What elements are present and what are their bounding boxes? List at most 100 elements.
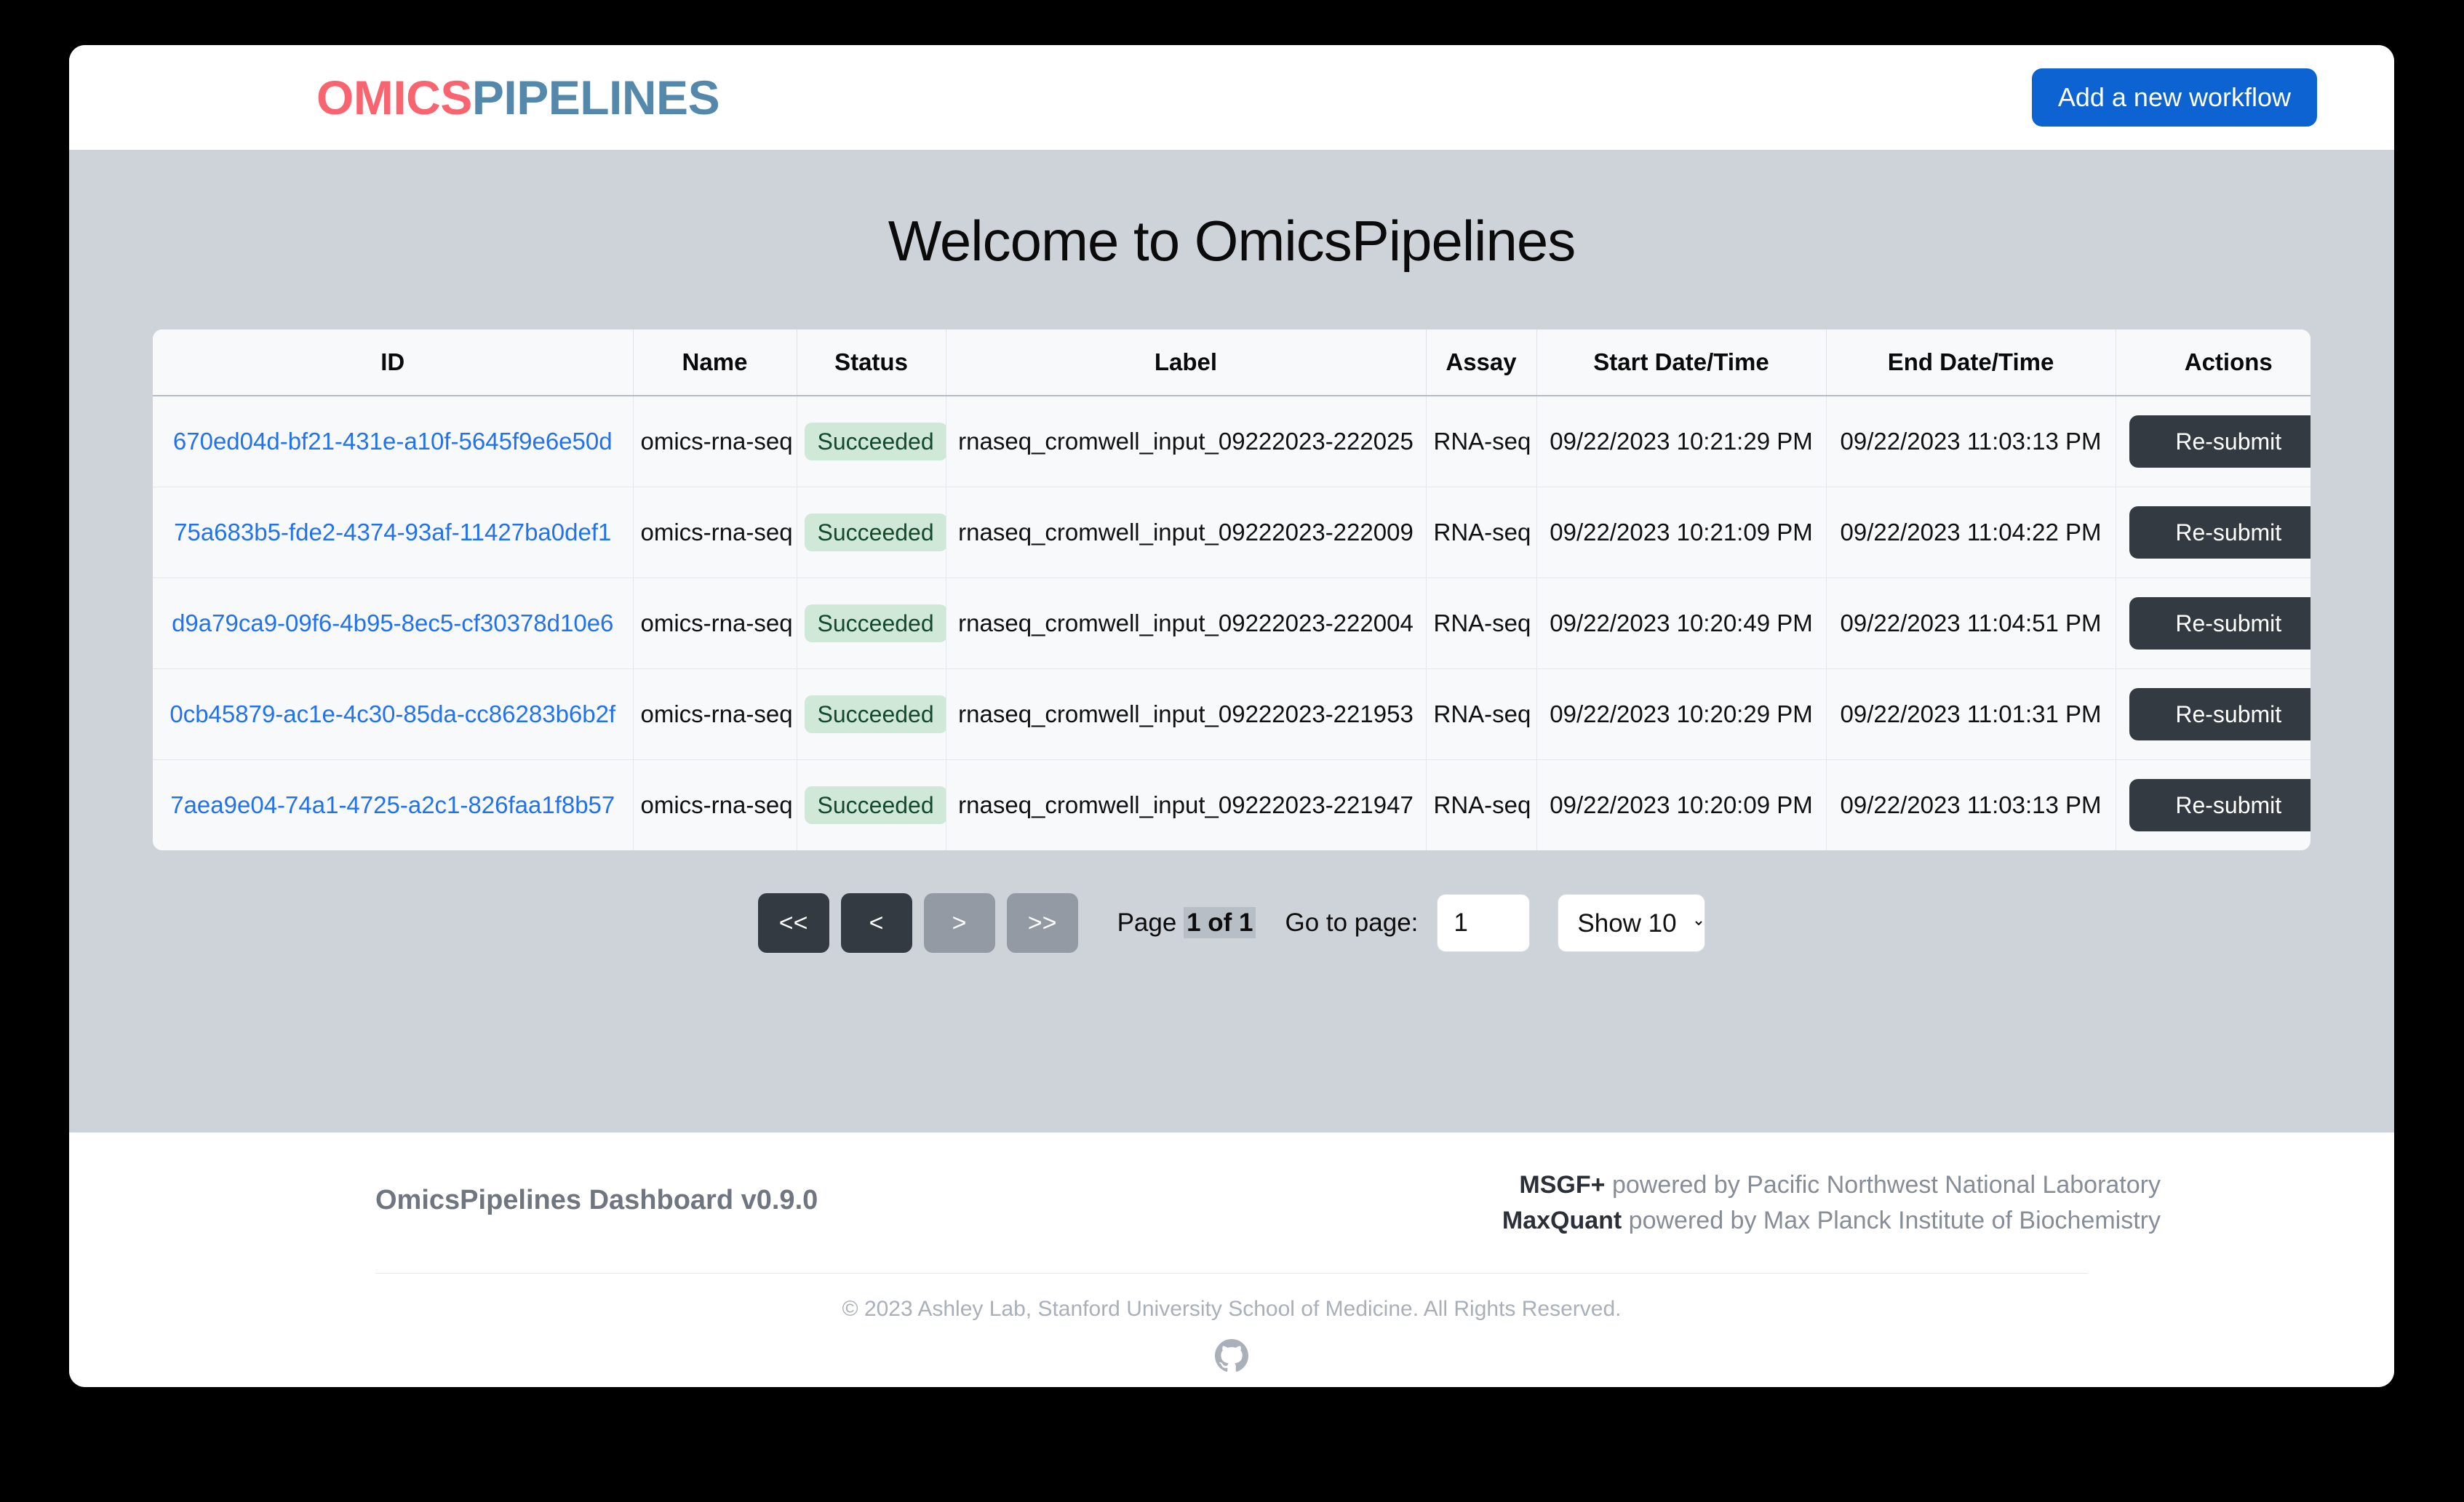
footer-top-row: OmicsPipelines Dashboard v0.9.0 MSGF+ po… bbox=[146, 1167, 2317, 1239]
cell-label: rnaseq_cromwell_input_09222023-222025 bbox=[946, 396, 1427, 487]
column-header-start[interactable]: Start Date/Time bbox=[1536, 329, 1827, 396]
logo-text-pipelines: PIPELINES bbox=[471, 71, 720, 124]
cell-label: rnaseq_cromwell_input_09222023-222004 bbox=[946, 578, 1427, 669]
resubmit-button[interactable]: Re-submit bbox=[2129, 779, 2311, 831]
app-header: OMICSPIPELINES Add a new workflow bbox=[69, 45, 2394, 150]
cell-end-datetime: 09/22/2023 11:03:13 PM bbox=[1826, 396, 2116, 487]
workflow-id-link[interactable]: 0cb45879-ac1e-4c30-85da-cc86283b6b2f bbox=[170, 700, 615, 727]
add-new-workflow-button[interactable]: Add a new workflow bbox=[2031, 68, 2317, 127]
cell-start-datetime: 09/22/2023 10:20:49 PM bbox=[1536, 578, 1827, 669]
credit-line-msgf: MSGF+ powered by Pacific Northwest Natio… bbox=[1502, 1167, 2161, 1203]
column-header-end[interactable]: End Date/Time bbox=[1826, 329, 2116, 396]
main-content: Welcome to OmicsPipelines ID Name Status… bbox=[69, 150, 2394, 1133]
page-status-text: Page 1 of 1 bbox=[1117, 907, 1256, 938]
workflows-table-container: ID Name Status Label Assay Start Date/Ti… bbox=[152, 329, 2311, 851]
pagination-controls: << < > >> Page 1 of 1 Go to page: Show 1… bbox=[69, 893, 2394, 953]
cell-name: omics-rna-seq bbox=[633, 487, 797, 578]
page-status-value: 1 of 1 bbox=[1184, 907, 1256, 938]
workflows-table: ID Name Status Label Assay Start Date/Ti… bbox=[153, 329, 2311, 850]
cell-id: 75a683b5-fde2-4374-93af-11427ba0def1 bbox=[153, 487, 634, 578]
column-header-id[interactable]: ID bbox=[153, 329, 634, 396]
cell-assay: RNA-seq bbox=[1426, 396, 1537, 487]
credit-bold-msgf: MSGF+ bbox=[1519, 1171, 1606, 1199]
previous-page-button[interactable]: < bbox=[840, 893, 912, 953]
cell-label: rnaseq_cromwell_input_09222023-221953 bbox=[946, 668, 1427, 760]
credit-rest-maxquant: powered by Max Planck Institute of Bioch… bbox=[1622, 1207, 2161, 1235]
goto-page-input[interactable] bbox=[1437, 894, 1531, 952]
footer-credits: MSGF+ powered by Pacific Northwest Natio… bbox=[1502, 1167, 2161, 1239]
status-badge: Succeeded bbox=[804, 423, 945, 460]
github-icon[interactable] bbox=[1215, 1338, 1248, 1373]
workflow-id-link[interactable]: d9a79ca9-09f6-4b95-8ec5-cf30378d10e6 bbox=[172, 610, 613, 636]
cell-actions: Re-submit bbox=[2116, 578, 2311, 669]
cell-label: rnaseq_cromwell_input_09222023-221947 bbox=[946, 759, 1427, 850]
column-header-label[interactable]: Label bbox=[946, 329, 1427, 396]
cell-status: Succeeded bbox=[797, 668, 946, 760]
cell-status: Succeeded bbox=[797, 396, 946, 487]
table-header-row: ID Name Status Label Assay Start Date/Ti… bbox=[153, 329, 2311, 396]
cell-start-datetime: 09/22/2023 10:21:09 PM bbox=[1536, 487, 1827, 578]
copyright-text: © 2023 Ashley Lab, Stanford University S… bbox=[842, 1296, 1622, 1321]
status-badge: Succeeded bbox=[804, 514, 945, 551]
cell-end-datetime: 09/22/2023 11:03:13 PM bbox=[1826, 759, 2116, 850]
table-body: 670ed04d-bf21-431e-a10f-5645f9e6e50d omic… bbox=[153, 396, 2311, 850]
cell-actions: Re-submit bbox=[2116, 668, 2311, 760]
cell-end-datetime: 09/22/2023 11:04:51 PM bbox=[1826, 578, 2116, 669]
status-badge: Succeeded bbox=[804, 604, 945, 642]
cell-label: rnaseq_cromwell_input_09222023-222009 bbox=[946, 487, 1427, 578]
rows-per-page-select[interactable]: Show 10Show 20Show 30Show 40Show 50 bbox=[1558, 894, 1706, 952]
workflow-id-link[interactable]: 75a683b5-fde2-4374-93af-11427ba0def1 bbox=[174, 519, 611, 546]
cell-assay: RNA-seq bbox=[1426, 487, 1537, 578]
table-row: 0cb45879-ac1e-4c30-85da-cc86283b6b2f omic… bbox=[153, 668, 2311, 760]
cell-id: 7aea9e04-74a1-4725-a2c1-826faa1f8b57 bbox=[153, 759, 634, 850]
column-header-assay[interactable]: Assay bbox=[1426, 329, 1537, 396]
github-link[interactable] bbox=[146, 1338, 2317, 1373]
cell-id: 670ed04d-bf21-431e-a10f-5645f9e6e50d bbox=[153, 396, 634, 487]
table-row: d9a79ca9-09f6-4b95-8ec5-cf30378d10e6 omic… bbox=[153, 578, 2311, 669]
cell-status: Succeeded bbox=[797, 487, 946, 578]
credit-bold-maxquant: MaxQuant bbox=[1502, 1207, 1622, 1235]
workflow-id-link[interactable]: 670ed04d-bf21-431e-a10f-5645f9e6e50d bbox=[173, 428, 613, 455]
next-page-button[interactable]: > bbox=[923, 893, 995, 953]
cell-id: 0cb45879-ac1e-4c30-85da-cc86283b6b2f bbox=[153, 668, 634, 760]
cell-name: omics-rna-seq bbox=[633, 668, 797, 760]
column-header-name[interactable]: Name bbox=[633, 329, 797, 396]
cell-name: omics-rna-seq bbox=[633, 578, 797, 669]
credit-rest-msgf: powered by Pacific Northwest National La… bbox=[1605, 1171, 2161, 1199]
app-window: OMICSPIPELINES Add a new workflow Welcom… bbox=[69, 45, 2394, 1387]
workflow-id-link[interactable]: 7aea9e04-74a1-4725-a2c1-826faa1f8b57 bbox=[170, 791, 615, 818]
cell-start-datetime: 09/22/2023 10:20:09 PM bbox=[1536, 759, 1827, 850]
status-badge: Succeeded bbox=[804, 786, 945, 824]
credit-line-maxquant: MaxQuant powered by Max Planck Institute… bbox=[1502, 1203, 2161, 1239]
page-title: Welcome to OmicsPipelines bbox=[888, 209, 1576, 273]
resubmit-button[interactable]: Re-submit bbox=[2129, 597, 2311, 650]
first-page-button[interactable]: << bbox=[757, 893, 829, 953]
last-page-button[interactable]: >> bbox=[1006, 893, 1078, 953]
cell-name: omics-rna-seq bbox=[633, 396, 797, 487]
column-header-actions: Actions bbox=[2116, 329, 2311, 396]
cell-start-datetime: 09/22/2023 10:21:29 PM bbox=[1536, 396, 1827, 487]
cell-end-datetime: 09/22/2023 11:04:22 PM bbox=[1826, 487, 2116, 578]
logo-text-omics: OMICS bbox=[316, 71, 472, 124]
cell-assay: RNA-seq bbox=[1426, 668, 1537, 760]
resubmit-button[interactable]: Re-submit bbox=[2129, 506, 2311, 559]
resubmit-button[interactable]: Re-submit bbox=[2129, 688, 2311, 740]
table-row: 670ed04d-bf21-431e-a10f-5645f9e6e50d omic… bbox=[153, 396, 2311, 487]
cell-end-datetime: 09/22/2023 11:01:31 PM bbox=[1826, 668, 2116, 760]
cell-actions: Re-submit bbox=[2116, 487, 2311, 578]
cell-status: Succeeded bbox=[797, 759, 946, 850]
cell-status: Succeeded bbox=[797, 578, 946, 669]
cell-actions: Re-submit bbox=[2116, 760, 2311, 851]
page-status-prefix: Page bbox=[1117, 908, 1177, 937]
column-header-status[interactable]: Status bbox=[797, 329, 946, 396]
goto-page-label: Go to page: bbox=[1285, 908, 1419, 937]
cell-assay: RNA-seq bbox=[1426, 578, 1537, 669]
table-head: ID Name Status Label Assay Start Date/Ti… bbox=[153, 329, 2311, 396]
status-badge: Succeeded bbox=[804, 695, 945, 733]
resubmit-button[interactable]: Re-submit bbox=[2129, 415, 2311, 468]
table-row: 7aea9e04-74a1-4725-a2c1-826faa1f8b57 omic… bbox=[153, 759, 2311, 851]
footer-divider bbox=[375, 1272, 2088, 1274]
app-logo[interactable]: OMICSPIPELINES bbox=[316, 71, 720, 124]
footer-brand-text: OmicsPipelines Dashboard v0.9.0 bbox=[375, 1185, 818, 1215]
cell-start-datetime: 09/22/2023 10:20:29 PM bbox=[1536, 668, 1827, 760]
